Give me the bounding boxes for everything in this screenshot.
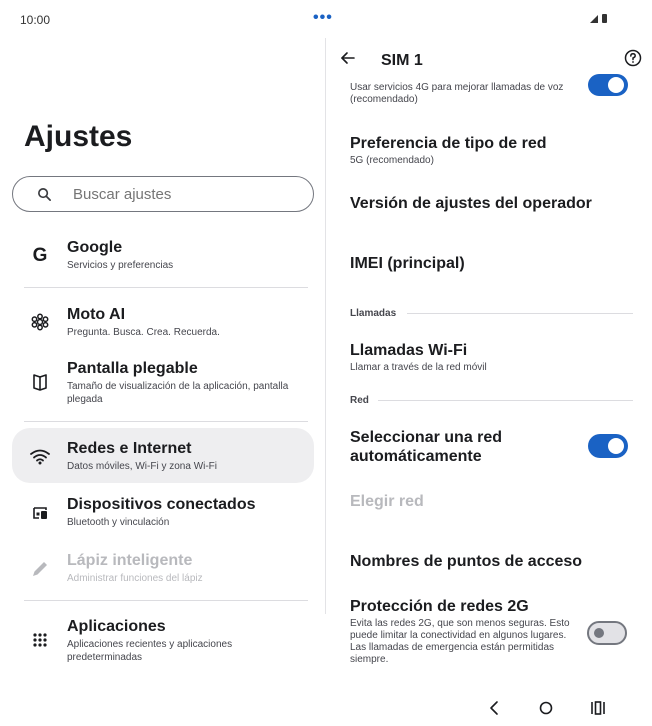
sim-title: SIM 1 [381, 52, 423, 69]
moto-ai-icon [30, 312, 50, 332]
settings-item-title: Lápiz inteligente [67, 552, 193, 569]
back-arrow-icon[interactable] [340, 50, 356, 66]
divider [378, 400, 633, 401]
settings-item-moto-ai[interactable]: Moto AI Pregunta. Busca. Crea. Recuerda. [12, 300, 314, 344]
nav-recents-icon[interactable] [588, 698, 608, 718]
settings-item-title: Pantalla plegable [67, 360, 198, 377]
page-title: Ajustes [24, 120, 133, 153]
search-icon [38, 188, 51, 201]
divider [24, 600, 308, 601]
protection-2g-title[interactable]: Protección de redes 2G [350, 598, 529, 616]
foldable-screen-icon [30, 372, 50, 392]
nav-back-icon[interactable] [484, 698, 504, 718]
settings-item-subtitle: Pregunta. Busca. Crea. Recuerda. [67, 327, 220, 338]
settings-item-subtitle: Bluetooth y vinculación [67, 517, 170, 528]
choose-network-title: Elegir red [350, 493, 424, 510]
settings-item-subtitle: Servicios y preferencias [67, 260, 174, 271]
settings-item-subtitle: Tamaño de visualización de la aplicación… [67, 381, 289, 405]
help-icon[interactable] [624, 49, 642, 67]
apn-title[interactable]: Nombres de puntos de acceso [350, 553, 582, 571]
settings-item-network[interactable]: Redes e Internet Datos móviles, Wi-Fi y … [12, 428, 314, 483]
search-bar[interactable] [12, 176, 314, 212]
divider [24, 421, 308, 422]
settings-item-foldable-screen[interactable]: Pantalla plegable Tamaño de visualizació… [12, 354, 314, 414]
apps-grid-icon [30, 630, 50, 650]
enhanced-4g-calling-toggle[interactable] [588, 74, 628, 96]
nav-home-icon[interactable] [536, 698, 556, 718]
protection-2g-subtitle: Evita las redes 2G, que son menos segura… [350, 618, 570, 665]
network-type-title[interactable]: Preferencia de tipo de red [350, 135, 547, 153]
search-input[interactable] [73, 186, 293, 203]
settings-item-title: Redes e Internet [67, 440, 192, 457]
divider [407, 313, 633, 314]
settings-item-connected-devices[interactable]: Dispositivos conectados Bluetooth y vinc… [12, 490, 314, 536]
carrier-version-title[interactable]: Versión de ajustes del operador [350, 195, 592, 213]
section-header-calls: Llamadas [350, 308, 397, 319]
enhanced-4g-calling-description: Usar servicios 4G para mejorar llamadas … [350, 82, 564, 105]
settings-item-subtitle: Aplicaciones recientes y aplicaciones pr… [67, 639, 233, 663]
auto-network-toggle[interactable] [588, 434, 628, 458]
protection-2g-toggle[interactable] [587, 621, 627, 645]
imei-title[interactable]: IMEI (principal) [350, 255, 465, 273]
settings-item-google[interactable]: G Google Servicios y preferencias [12, 232, 314, 280]
settings-item-title: Google [67, 239, 123, 256]
signal-battery-icon [590, 14, 607, 23]
settings-item-title: Moto AI [67, 306, 126, 323]
connected-devices-icon [30, 503, 50, 523]
wifi-icon [30, 447, 50, 467]
wifi-calls-title[interactable]: Llamadas Wi-Fi [350, 342, 467, 360]
settings-item-title: Aplicaciones [67, 618, 166, 635]
pen-icon [30, 559, 50, 579]
settings-item-subtitle: Datos móviles, Wi-Fi y zona Wi-Fi [67, 461, 218, 472]
divider [24, 287, 308, 288]
settings-item-title: Dispositivos conectados [67, 496, 256, 513]
network-type-subtitle: 5G (recomendado) [350, 155, 434, 166]
google-icon: G [32, 245, 48, 266]
auto-network-title[interactable]: Seleccionar una red automáticamente [350, 428, 570, 466]
settings-item-apps[interactable]: Aplicaciones Aplicaciones recientes y ap… [12, 612, 314, 670]
settings-item-smart-pen: Lápiz inteligente Administrar funciones … [12, 546, 314, 592]
settings-item-subtitle: Administrar funciones del lápiz [67, 573, 203, 584]
wifi-calls-subtitle: Llamar a través de la red móvil [350, 362, 487, 373]
section-header-network: Red [350, 395, 369, 406]
navigation-bar [0, 690, 652, 726]
